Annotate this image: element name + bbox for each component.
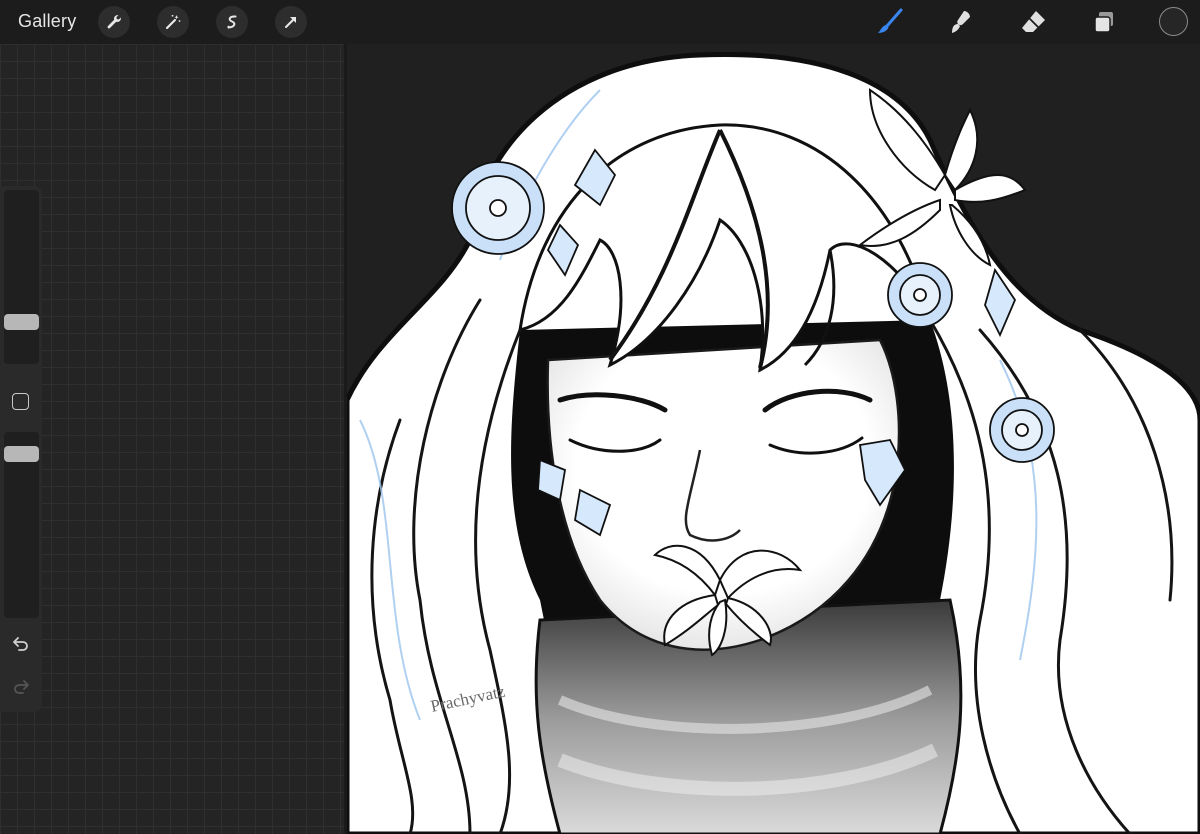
opacity-thumb[interactable] [4,446,39,462]
gallery-button[interactable]: Gallery [18,11,76,32]
magic-wand-icon [165,14,181,30]
brush-size-thumb[interactable] [4,314,39,330]
brush-tool-button[interactable] [874,6,906,38]
top-toolbar: Gallery [0,0,1200,44]
actions-button[interactable] [98,6,130,38]
smudge-tool-button[interactable] [945,6,977,38]
adjustments-button[interactable] [157,6,189,38]
move-arrow-icon [285,17,296,28]
canvas-background-grid [0,44,347,834]
artwork: Prachyvatz [347,52,1200,834]
undo-icon[interactable] [11,634,31,654]
selection-icon [227,15,237,29]
selection-button[interactable] [216,6,248,38]
layers-icon [1094,12,1113,33]
layers-button[interactable] [1088,6,1120,38]
modify-button[interactable] [12,393,29,410]
drawing-canvas[interactable]: Prachyvatz [347,52,1200,834]
smudge-icon [952,11,970,33]
eraser-tool-button[interactable] [1017,6,1049,38]
wrench-icon [107,15,121,29]
brush-size-slider[interactable] [4,190,39,364]
color-swatch[interactable] [1159,7,1188,36]
eraser-icon [1022,11,1045,32]
redo-icon[interactable] [11,677,31,697]
sidebar [0,186,42,712]
transform-button[interactable] [275,6,307,38]
brush-icon [878,8,903,33]
